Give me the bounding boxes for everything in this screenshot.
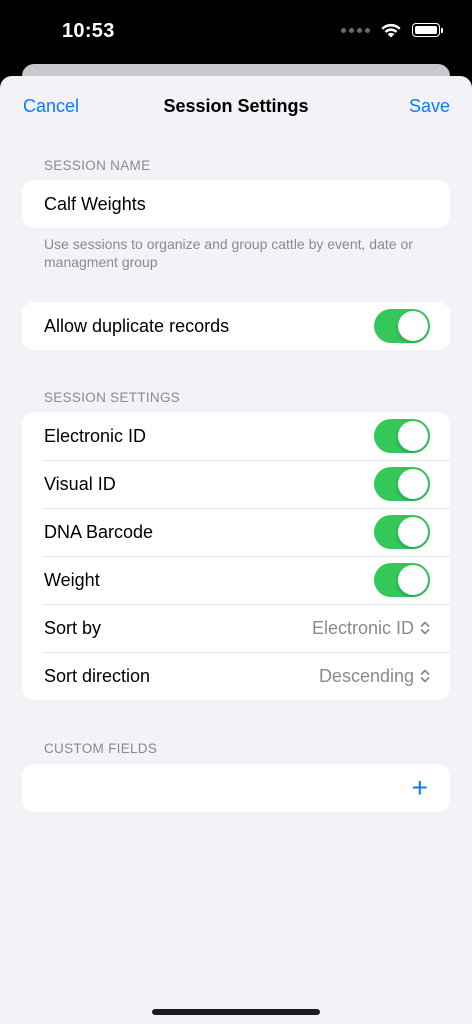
weight-row: Weight [22, 556, 450, 604]
dna-barcode-label: DNA Barcode [44, 521, 154, 542]
dna-barcode-row: DNA Barcode [22, 508, 450, 556]
session-settings-group: Electronic ID Visual ID DNA Barcode Weig… [22, 412, 450, 700]
electronic-id-toggle[interactable] [374, 419, 430, 453]
save-button[interactable]: Save [409, 96, 450, 117]
sort-by-picker[interactable]: Electronic ID [312, 618, 430, 639]
allow-duplicates-toggle[interactable] [374, 309, 430, 343]
custom-fields-group: + [22, 764, 450, 812]
allow-duplicates-row: Allow duplicate records [22, 302, 450, 350]
status-time: 10:53 [62, 20, 115, 42]
electronic-id-label: Electronic ID [44, 425, 147, 446]
allow-duplicates-label: Allow duplicate records [44, 315, 230, 336]
sort-direction-row[interactable]: Sort direction Descending [22, 652, 450, 700]
add-custom-field-row: + [22, 764, 450, 812]
visual-id-row: Visual ID [22, 460, 450, 508]
session-name-field[interactable]: Calf Weights [22, 180, 450, 228]
duplicates-group: Allow duplicate records [22, 302, 450, 350]
navigation-bar: Cancel Session Settings Save [0, 76, 472, 136]
toggle-knob [398, 517, 428, 547]
session-name-footer: Use sessions to organize and group cattl… [44, 236, 413, 270]
home-indicator [152, 1009, 320, 1015]
sort-direction-label: Sort direction [44, 665, 151, 686]
battery-icon [412, 23, 443, 37]
sort-by-label: Sort by [44, 617, 102, 638]
chevron-up-down-icon [420, 621, 430, 635]
chevron-up-down-icon [420, 669, 430, 683]
dna-barcode-toggle[interactable] [374, 515, 430, 549]
add-custom-field-button[interactable]: + [412, 774, 428, 802]
status-bar: 10:53 [0, 0, 472, 64]
toggle-knob [398, 469, 428, 499]
toggle-knob [398, 421, 428, 451]
weight-toggle[interactable] [374, 563, 430, 597]
toggle-knob [398, 565, 428, 595]
session-name-value: Calf Weights [44, 193, 146, 214]
signal-dots-icon [341, 27, 370, 33]
session-name-group: Calf Weights [22, 180, 450, 228]
electronic-id-row: Electronic ID [22, 412, 450, 460]
toggle-knob [398, 311, 428, 341]
sort-by-value: Electronic ID [311, 617, 414, 638]
session-settings-sheet: Cancel Session Settings Save SESSION NAM… [0, 76, 472, 1024]
custom-fields-header: CUSTOM FIELDS [44, 741, 158, 756]
visual-id-label: Visual ID [44, 473, 116, 494]
sort-direction-picker[interactable]: Descending [319, 666, 430, 687]
session-name-header: SESSION NAME [44, 158, 151, 173]
session-settings-header: SESSION SETTINGS [44, 390, 181, 405]
sort-direction-value: Descending [318, 665, 414, 686]
visual-id-toggle[interactable] [374, 467, 430, 501]
sort-by-row[interactable]: Sort by Electronic ID [22, 604, 450, 652]
weight-label: Weight [44, 569, 100, 590]
wifi-icon [381, 23, 401, 38]
page-title: Session Settings [163, 96, 309, 116]
status-icons [341, 22, 443, 38]
